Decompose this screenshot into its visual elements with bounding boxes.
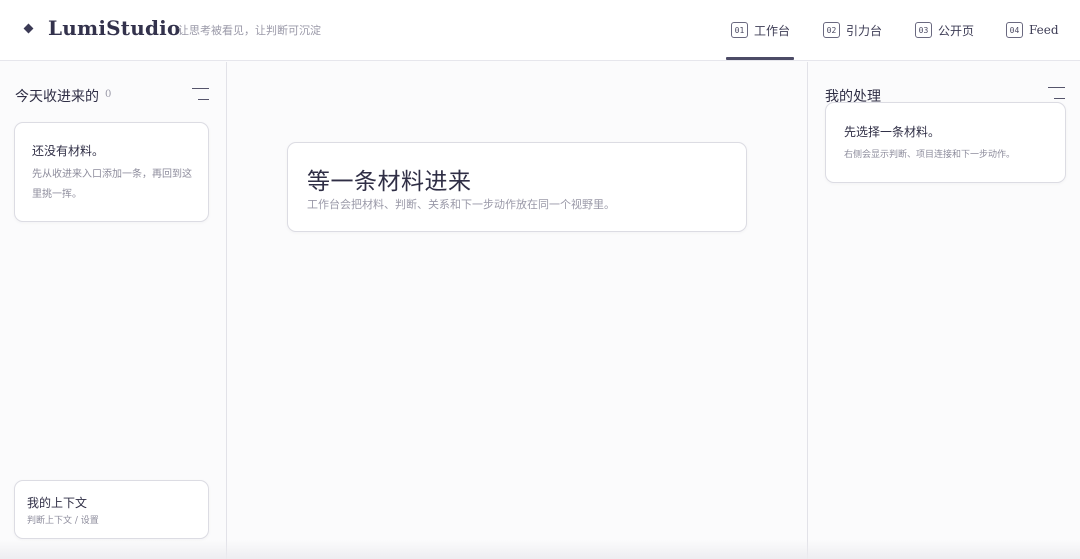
tab-number-badge: 03	[915, 22, 932, 38]
workspace-title: 等一条材料进来	[307, 169, 472, 195]
inbox-count: 0	[105, 89, 112, 100]
menu-lines-icon[interactable]	[192, 88, 209, 100]
active-tab-indicator	[726, 57, 794, 60]
inbox-empty-card: 还没有材料。 先从收进来入口添加一条，再回到这里挑一挥。	[14, 122, 209, 222]
tab-feed[interactable]: 04 Feed	[1006, 20, 1059, 40]
workspace-subtitle: 工作台会把材料、判断、关系和下一步动作放在同一个视野里。	[307, 198, 615, 211]
processing-empty-card: 先选择一条材料。 右侧会显示判断、项目连接和下一步动作。	[825, 102, 1066, 183]
tab-gravity[interactable]: 02 引力台	[823, 20, 882, 40]
tab-label: 引力台	[846, 23, 883, 38]
tab-number-badge: 04	[1006, 22, 1023, 38]
context-subtitle: 判断上下文 / 设置	[27, 516, 99, 526]
context-card[interactable]: 我的上下文 判断上下文 / 设置	[14, 480, 209, 539]
empty-state-description: 先从收进来入口添加一条，再回到这里挑一挥。	[32, 169, 192, 200]
tab-public-page[interactable]: 03 公开页	[915, 20, 974, 40]
app-logo-text[interactable]: LumiStudio	[48, 16, 181, 40]
tab-number-badge: 02	[823, 22, 840, 38]
top-header: LumiStudio 让思考被看见，让判断可沉淀 01 工作台 02 引力台 0…	[0, 0, 1080, 61]
left-column-divider	[226, 62, 227, 559]
tab-number-badge: 01	[731, 22, 748, 38]
tab-label: Feed	[1029, 23, 1059, 37]
context-title: 我的上下文	[27, 496, 88, 510]
diamond-icon	[23, 23, 34, 34]
app-tagline: 让思考被看见，让判断可沉淀	[178, 24, 321, 37]
empty-state-title: 还没有材料。	[32, 144, 105, 158]
tab-workbench[interactable]: 01 工作台	[731, 20, 790, 40]
inbox-title: 今天收进来的	[15, 89, 99, 105]
tab-label: 工作台	[754, 23, 791, 38]
bottom-shadow	[0, 540, 1080, 559]
right-column-divider	[807, 62, 808, 559]
tab-label: 公开页	[938, 23, 975, 38]
workspace-placeholder-card: 等一条材料进来 工作台会把材料、判断、关系和下一步动作放在同一个视野里。	[287, 142, 747, 232]
menu-lines-icon[interactable]	[1048, 87, 1065, 99]
processing-card-description: 右侧会显示判断、项目连接和下一步动作。	[844, 150, 1016, 160]
processing-card-title: 先选择一条材料。	[844, 125, 941, 139]
